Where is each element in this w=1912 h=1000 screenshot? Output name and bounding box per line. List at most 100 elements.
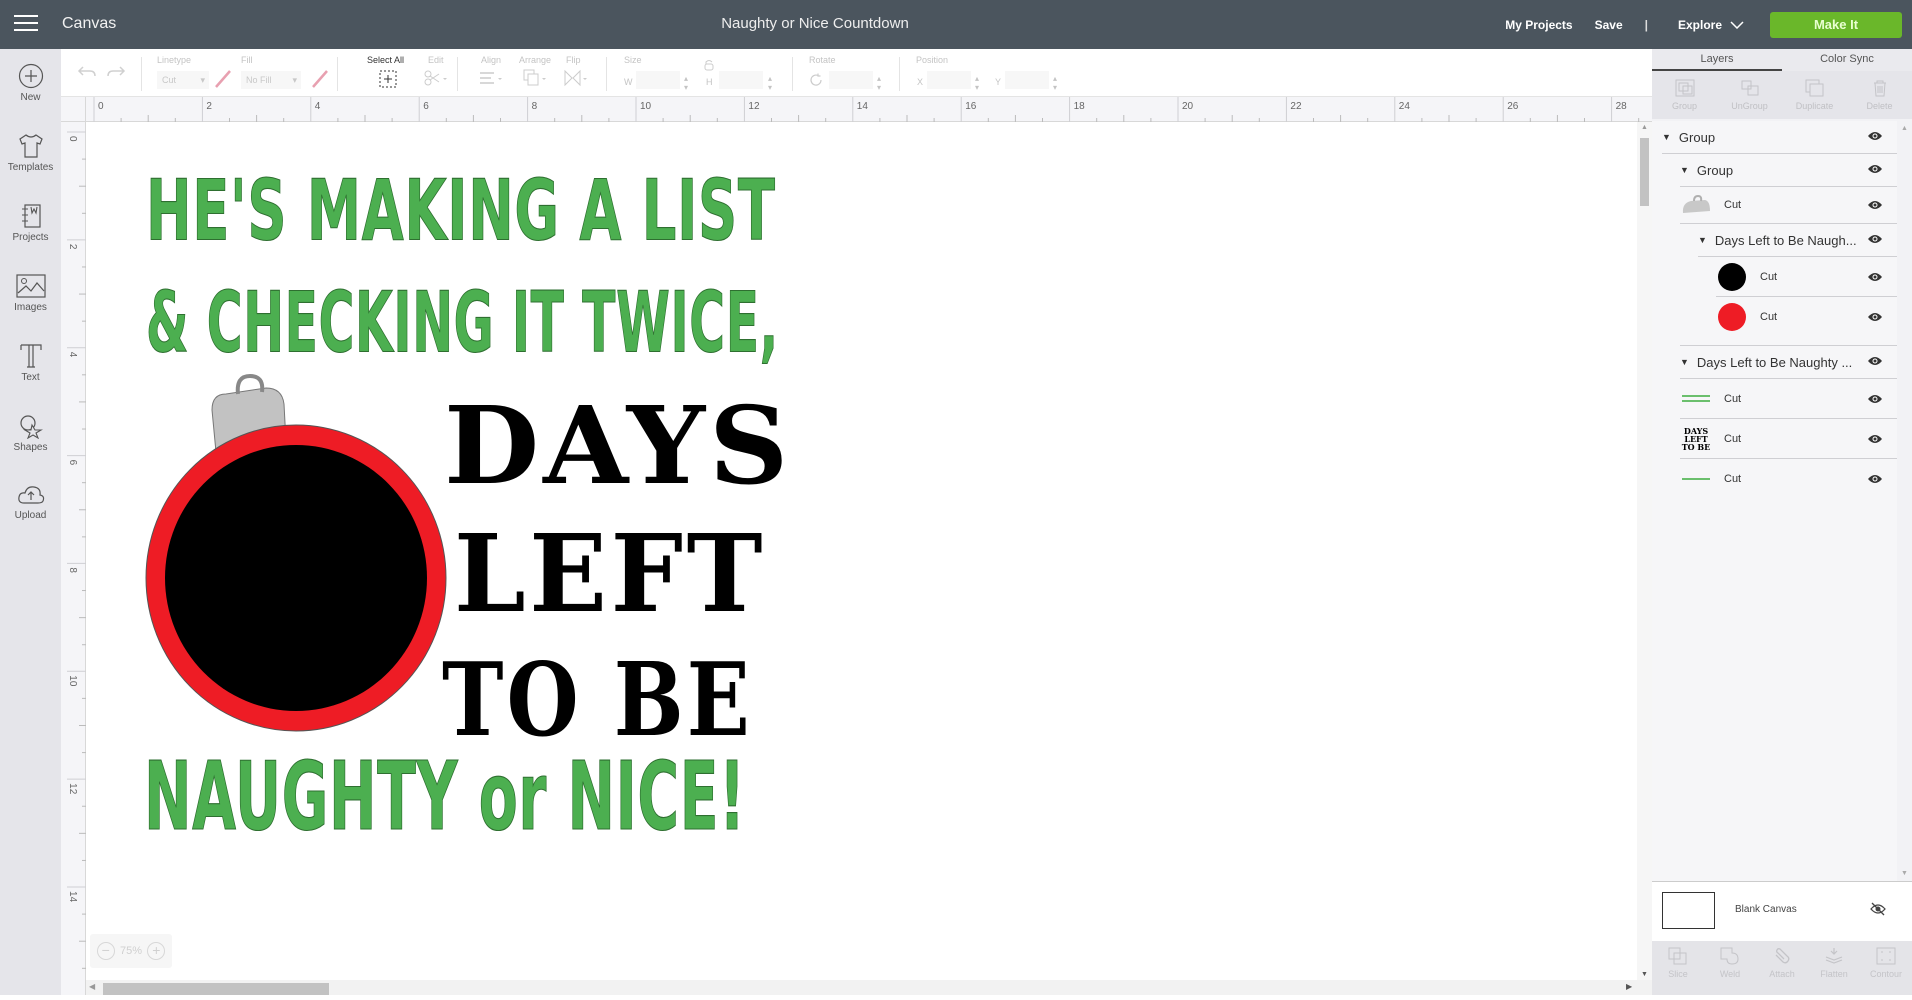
eye-icon[interactable] <box>1867 272 1883 282</box>
layer-row-group[interactable]: ▼ Group <box>1680 154 1897 187</box>
duplicate-button[interactable]: Duplicate <box>1782 71 1847 119</box>
position-x-input[interactable] <box>927 71 971 89</box>
scroll-left-icon[interactable]: ◀ <box>89 982 95 991</box>
horizontal-ruler-ticks: 0 2 4 6 8 10 12 14 16 18 20 22 24 26 28 <box>93 97 1694 122</box>
align-icon[interactable] <box>479 71 505 87</box>
flatten-button[interactable]: Flatten <box>1808 941 1860 995</box>
explore-dropdown[interactable]: Explore <box>1678 18 1744 32</box>
layer-row-cut[interactable]: DAYS LEFT TO BE Cut <box>1680 419 1897 459</box>
eye-icon[interactable] <box>1867 394 1883 404</box>
zoom-in-button[interactable]: + <box>147 942 166 960</box>
tab-layers[interactable]: Layers <box>1652 49 1782 71</box>
design-canvas[interactable]: HE'S MAKING A LIST & CHECKING IT TWICE, … <box>86 122 1637 980</box>
eye-icon[interactable] <box>1867 131 1883 141</box>
weld-button[interactable]: Weld <box>1704 941 1756 995</box>
trash-icon <box>1873 80 1886 97</box>
artwork-line-days[interactable]: DAYS <box>444 384 792 508</box>
layer-row-group[interactable]: ▼ Days Left to Be Naughty ... <box>1680 346 1897 379</box>
zoom-out-button[interactable]: − <box>96 942 115 960</box>
canvas-vertical-scrollbar[interactable]: ▲ ▼ <box>1637 122 1652 980</box>
layers-scrollbar[interactable]: ▲ ▼ <box>1897 121 1912 881</box>
artwork-line-to-be[interactable]: TO BE <box>442 640 753 759</box>
layer-row-cut[interactable]: Cut <box>1716 297 1897 337</box>
eye-icon[interactable] <box>1867 200 1883 210</box>
eye-hidden-icon[interactable] <box>1870 902 1886 916</box>
linetype-select[interactable]: Cut ▾ <box>157 71 209 89</box>
caret-down-icon[interactable]: ▼ <box>1662 132 1671 142</box>
sidebar-item-shapes[interactable]: Shapes <box>0 399 61 469</box>
delete-button[interactable]: Delete <box>1847 71 1912 119</box>
flip-icon[interactable] <box>564 69 590 87</box>
ruler-label: 0 <box>67 136 78 142</box>
rotate-input[interactable] <box>829 71 873 89</box>
x-label: X <box>917 77 924 87</box>
horizontal-scroll-thumb[interactable] <box>103 983 329 995</box>
blank-canvas-row[interactable]: Blank Canvas <box>1652 881 1912 941</box>
make-it-button[interactable]: Make It <box>1770 11 1902 38</box>
redo-icon[interactable] <box>106 65 126 79</box>
blank-canvas-swatch[interactable] <box>1662 892 1715 929</box>
caret-down-icon[interactable]: ▼ <box>1698 235 1707 245</box>
sidebar-item-projects[interactable]: Projects <box>0 189 61 259</box>
toolbar-divider <box>899 57 900 91</box>
scroll-down-icon[interactable]: ▼ <box>1641 971 1648 978</box>
caret-down-icon[interactable]: ▼ <box>1680 165 1689 175</box>
eye-icon[interactable] <box>1867 434 1883 444</box>
artwork-line-naughty-nice[interactable]: NAUGHTY or NICE! <box>144 741 746 852</box>
select-all-icon[interactable] <box>379 70 397 88</box>
layers-scroll-down-icon[interactable]: ▼ <box>1901 870 1908 877</box>
arrange-icon[interactable] <box>523 69 549 87</box>
layer-row-cut[interactable]: Cut <box>1716 257 1897 297</box>
height-input[interactable] <box>719 71 763 89</box>
group-button[interactable]: Group <box>1652 71 1717 119</box>
eye-icon[interactable] <box>1867 312 1883 322</box>
y-stepper-icon[interactable]: ▴ ▾ <box>1053 74 1057 92</box>
flatten-icon <box>1825 948 1843 964</box>
eye-icon[interactable] <box>1867 474 1883 484</box>
layer-row-cut[interactable]: Cut <box>1680 187 1897 224</box>
my-projects-link[interactable]: My Projects <box>1505 18 1572 32</box>
ungroup-icon <box>1741 80 1758 96</box>
layer-row-group[interactable]: ▼ Group <box>1662 121 1897 154</box>
fill-color-swatch-icon[interactable] <box>311 69 329 89</box>
eye-icon[interactable] <box>1867 164 1883 174</box>
scroll-up-icon[interactable]: ▲ <box>1641 124 1648 131</box>
eye-icon[interactable] <box>1867 234 1883 244</box>
sidebar-item-templates[interactable]: Templates <box>0 119 61 189</box>
width-input[interactable] <box>636 71 680 89</box>
height-stepper-icon[interactable]: ▴ ▾ <box>768 74 772 92</box>
artwork-line-left[interactable]: LEFT <box>454 512 766 636</box>
layer-row-cut[interactable]: Cut <box>1680 459 1897 499</box>
fill-select[interactable]: No Fill ▾ <box>241 71 301 89</box>
scroll-right-icon[interactable]: ▶ <box>1626 982 1632 991</box>
sidebar-item-upload[interactable]: Upload <box>0 469 61 539</box>
save-button[interactable]: Save <box>1595 18 1623 32</box>
linetype-color-swatch-icon[interactable] <box>214 69 232 89</box>
edit-scissors-icon[interactable] <box>423 69 449 87</box>
artwork-line-checking-twice[interactable]: & CHECKING IT TWICE, <box>146 273 779 372</box>
layers-scroll-up-icon[interactable]: ▲ <box>1901 125 1908 132</box>
lock-icon[interactable] <box>704 59 714 71</box>
ungroup-button[interactable]: UnGroup <box>1717 71 1782 119</box>
contour-button[interactable]: Contour <box>1860 941 1912 995</box>
layer-row-cut[interactable]: Cut <box>1680 379 1897 419</box>
slice-button[interactable]: Slice <box>1652 941 1704 995</box>
caret-down-icon[interactable]: ▼ <box>1680 357 1689 367</box>
sidebar-item-text[interactable]: Text <box>0 329 61 399</box>
bottom-tools: Slice Weld Attach Flatten Contour <box>1652 941 1912 995</box>
ornament-black-center[interactable] <box>165 445 427 711</box>
x-stepper-icon[interactable]: ▴ ▾ <box>975 74 979 92</box>
tab-color-sync[interactable]: Color Sync <box>1782 49 1912 71</box>
eye-icon[interactable] <box>1867 356 1883 366</box>
vertical-scroll-thumb[interactable] <box>1640 138 1649 206</box>
artwork-line-making-list[interactable]: HE'S MAKING A LIST <box>146 161 776 260</box>
rotate-stepper-icon[interactable]: ▴ ▾ <box>877 74 881 92</box>
width-stepper-icon[interactable]: ▴ ▾ <box>684 74 688 92</box>
position-y-input[interactable] <box>1005 71 1049 89</box>
canvas-horizontal-scrollbar[interactable]: ◀ ▶ <box>86 980 1652 995</box>
sidebar-item-new[interactable]: New <box>0 49 61 119</box>
sidebar-item-images[interactable]: Images <box>0 259 61 329</box>
attach-button[interactable]: Attach <box>1756 941 1808 995</box>
layer-row-group[interactable]: ▼ Days Left to Be Naugh... <box>1698 224 1897 257</box>
undo-icon[interactable] <box>77 65 97 79</box>
